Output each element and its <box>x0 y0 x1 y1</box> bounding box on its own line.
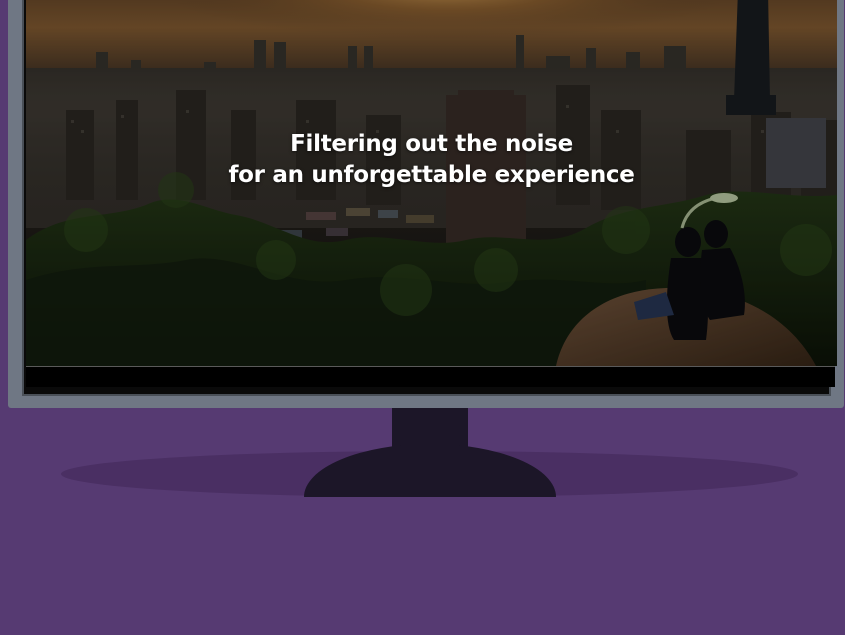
monitor-bezel: Filtering out the noise for an unforgett… <box>22 0 837 396</box>
screen-bottom-bar <box>26 366 835 387</box>
page-scene: Filtering out the noise for an unforgett… <box>0 0 845 635</box>
hero-line-2: for an unforgettable experience <box>228 162 635 188</box>
monitor-screen: Filtering out the noise for an unforgett… <box>26 0 837 366</box>
hero-headline: Filtering out the noise for an unforgett… <box>26 129 837 191</box>
hero-line-1: Filtering out the noise <box>290 131 573 157</box>
monitor-frame: Filtering out the noise for an unforgett… <box>8 0 844 408</box>
